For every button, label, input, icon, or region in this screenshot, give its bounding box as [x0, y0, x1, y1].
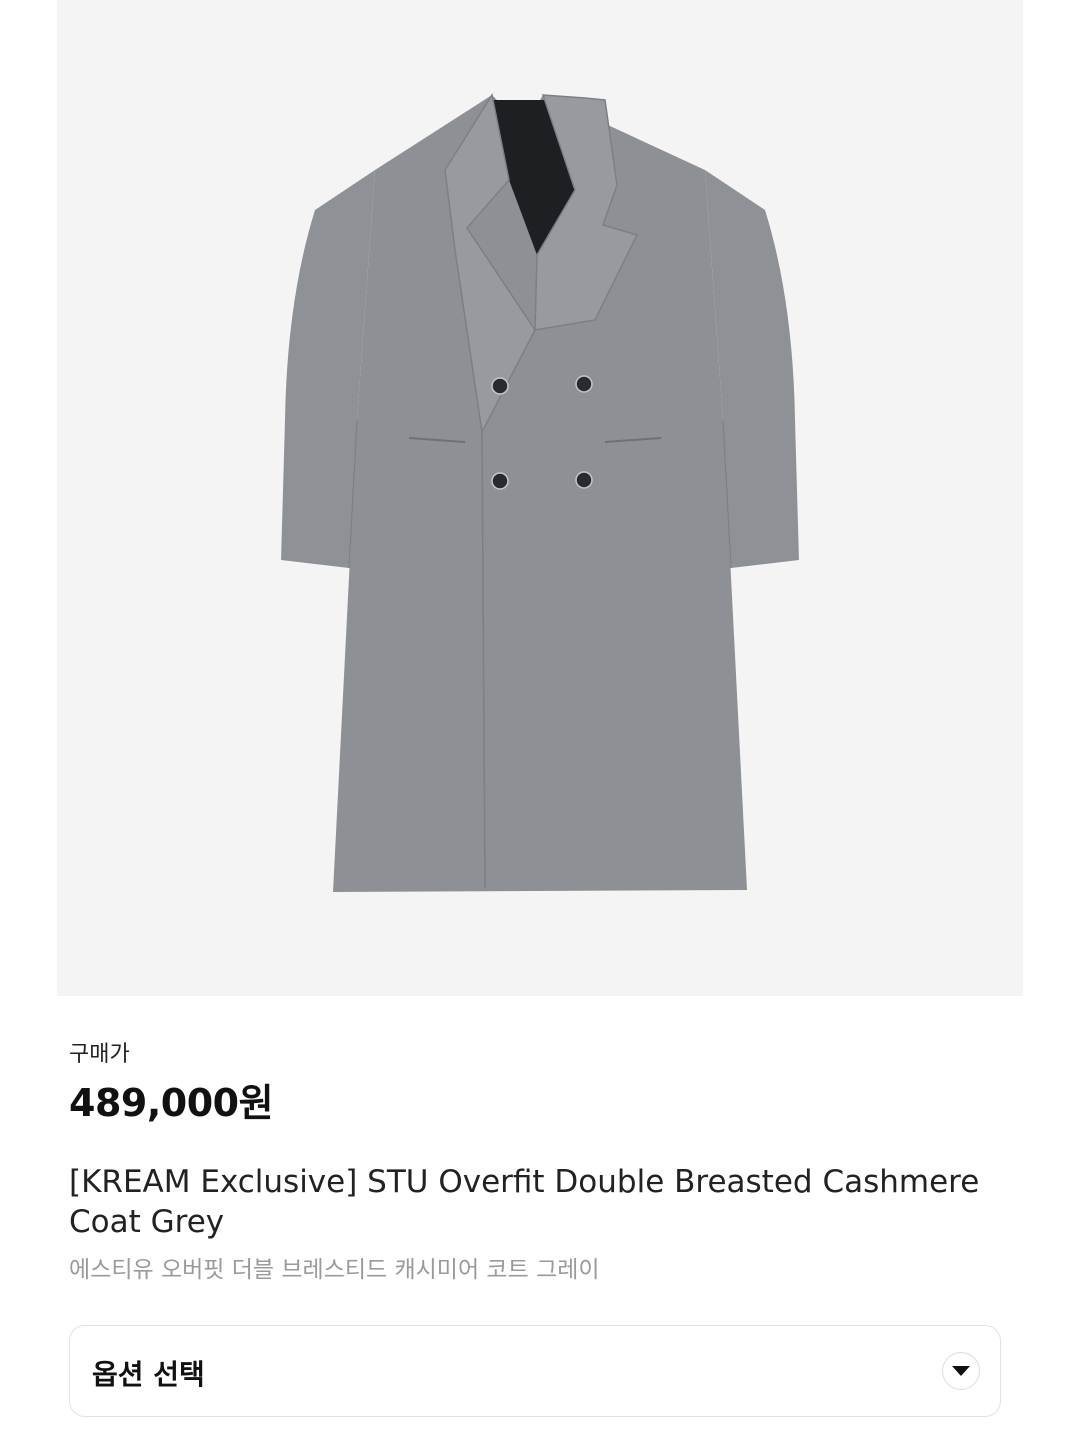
product-image[interactable] [57, 0, 1023, 996]
product-detail-page: 구매가 489,000원 [KREAM Exclusive] STU Overf… [0, 0, 1080, 1440]
coat-illustration [281, 93, 799, 892]
chevron-down-icon[interactable] [942, 1352, 980, 1390]
product-title-ko: 에스티유 오버핏 더블 브레스티드 캐시미어 코트 그레이 [69, 1257, 600, 1283]
product-title-en: [KREAM Exclusive] STU Overfit Double Bre… [69, 1164, 980, 1240]
price-label: 구매가 [69, 1042, 130, 1067]
option-select-dropdown[interactable]: 옵션 선택 [69, 1325, 1001, 1417]
price-value: 489,000원 [69, 1081, 274, 1125]
option-select-label: 옵션 선택 [92, 1358, 205, 1391]
